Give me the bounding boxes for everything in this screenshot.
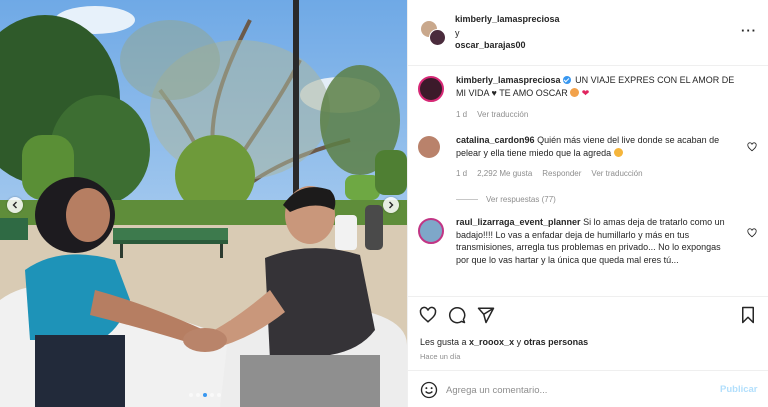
comments-list: kimberly_lamaspreciosa UN VIAJE EXPRES C… [408, 66, 768, 296]
carousel-dot [217, 393, 221, 397]
caption-text: kimberly_lamaspreciosa UN VIAJE EXPRES C… [456, 74, 736, 99]
comment-composer: Publicar [408, 370, 768, 407]
post-actions: Les gusta a x_rooox_x y otras personas H… [408, 296, 768, 370]
avatar[interactable] [418, 218, 444, 244]
avatar[interactable] [418, 76, 444, 102]
more-horizontal-icon[interactable]: ··· [741, 24, 757, 37]
caption-username[interactable]: kimberly_lamaspreciosa [456, 75, 561, 85]
comment-likes[interactable]: 2,292 Me gusta [477, 169, 532, 178]
replies-divider [456, 199, 478, 200]
reply-button[interactable]: Responder [542, 169, 581, 178]
caption-time: 1 d [456, 110, 468, 119]
comment-meta: 1 d 2,292 Me gusta Responder Ver traducc… [456, 169, 643, 178]
view-replies-button[interactable]: Ver respuestas (77) [456, 195, 556, 204]
publish-button[interactable]: Publicar [720, 384, 758, 395]
view-replies-label: Ver respuestas (77) [486, 195, 556, 204]
coauthor-username[interactable]: oscar_barajas00 [455, 40, 526, 50]
carousel-dot-active [203, 393, 207, 397]
verified-badge-icon [562, 76, 571, 84]
post-timestamp: Hace un día [420, 352, 461, 361]
comment-input[interactable] [446, 382, 706, 398]
translate-link[interactable]: Ver traducción [477, 110, 528, 119]
share-icon[interactable] [477, 306, 495, 324]
bookmark-icon[interactable] [739, 306, 757, 324]
chevron-left-icon [12, 201, 17, 209]
caption-meta: 1 d Ver traducción [456, 110, 528, 119]
likes-middle: y [514, 337, 524, 347]
carousel-dot [210, 393, 214, 397]
heart-icon[interactable] [419, 306, 437, 324]
fearful-emoji-icon [613, 147, 623, 157]
comment-icon[interactable] [448, 306, 466, 324]
likes-prefix: Les gusta a [420, 337, 470, 347]
avatar[interactable] [418, 136, 440, 158]
next-photo-button[interactable] [383, 197, 399, 213]
comment-username[interactable]: catalina_cardon96 [456, 135, 535, 145]
carousel-dot [189, 393, 193, 397]
like-comment-heart-icon[interactable] [747, 142, 757, 152]
avatar[interactable] [429, 29, 446, 46]
author-username[interactable]: kimberly_lamaspreciosa [455, 14, 560, 24]
likes-summary[interactable]: Les gusta a x_rooox_x y otras personas [420, 337, 588, 347]
red-heart-emoji-icon: ❤ [581, 87, 590, 98]
photo-scene [0, 0, 407, 407]
chevron-right-icon [389, 201, 394, 209]
comment-time: 1 d [456, 169, 468, 178]
comment-text: raul_lizarraga_event_planner Si lo amas … [456, 216, 736, 266]
post-panel: kimberly_lamaspreciosa y oscar_barajas00… [407, 0, 768, 407]
likes-user[interactable]: x_rooox_x [469, 337, 514, 347]
translate-link[interactable]: Ver traducción [591, 169, 642, 178]
previous-photo-button[interactable] [7, 197, 23, 213]
kiss-emoji-icon [570, 87, 580, 97]
post-photo[interactable] [0, 0, 407, 407]
conjunction-text: y [455, 28, 460, 38]
comment-text: catalina_cardon96 Quién más viene del li… [456, 134, 736, 159]
emoji-picker-icon[interactable] [420, 381, 438, 399]
comment-username[interactable]: raul_lizarraga_event_planner [456, 217, 581, 227]
carousel-dot [196, 393, 200, 397]
like-comment-heart-icon[interactable] [747, 228, 757, 238]
post-header: kimberly_lamaspreciosa y oscar_barajas00… [408, 0, 768, 66]
likes-others[interactable]: otras personas [524, 337, 589, 347]
carousel-indicator [189, 393, 221, 397]
